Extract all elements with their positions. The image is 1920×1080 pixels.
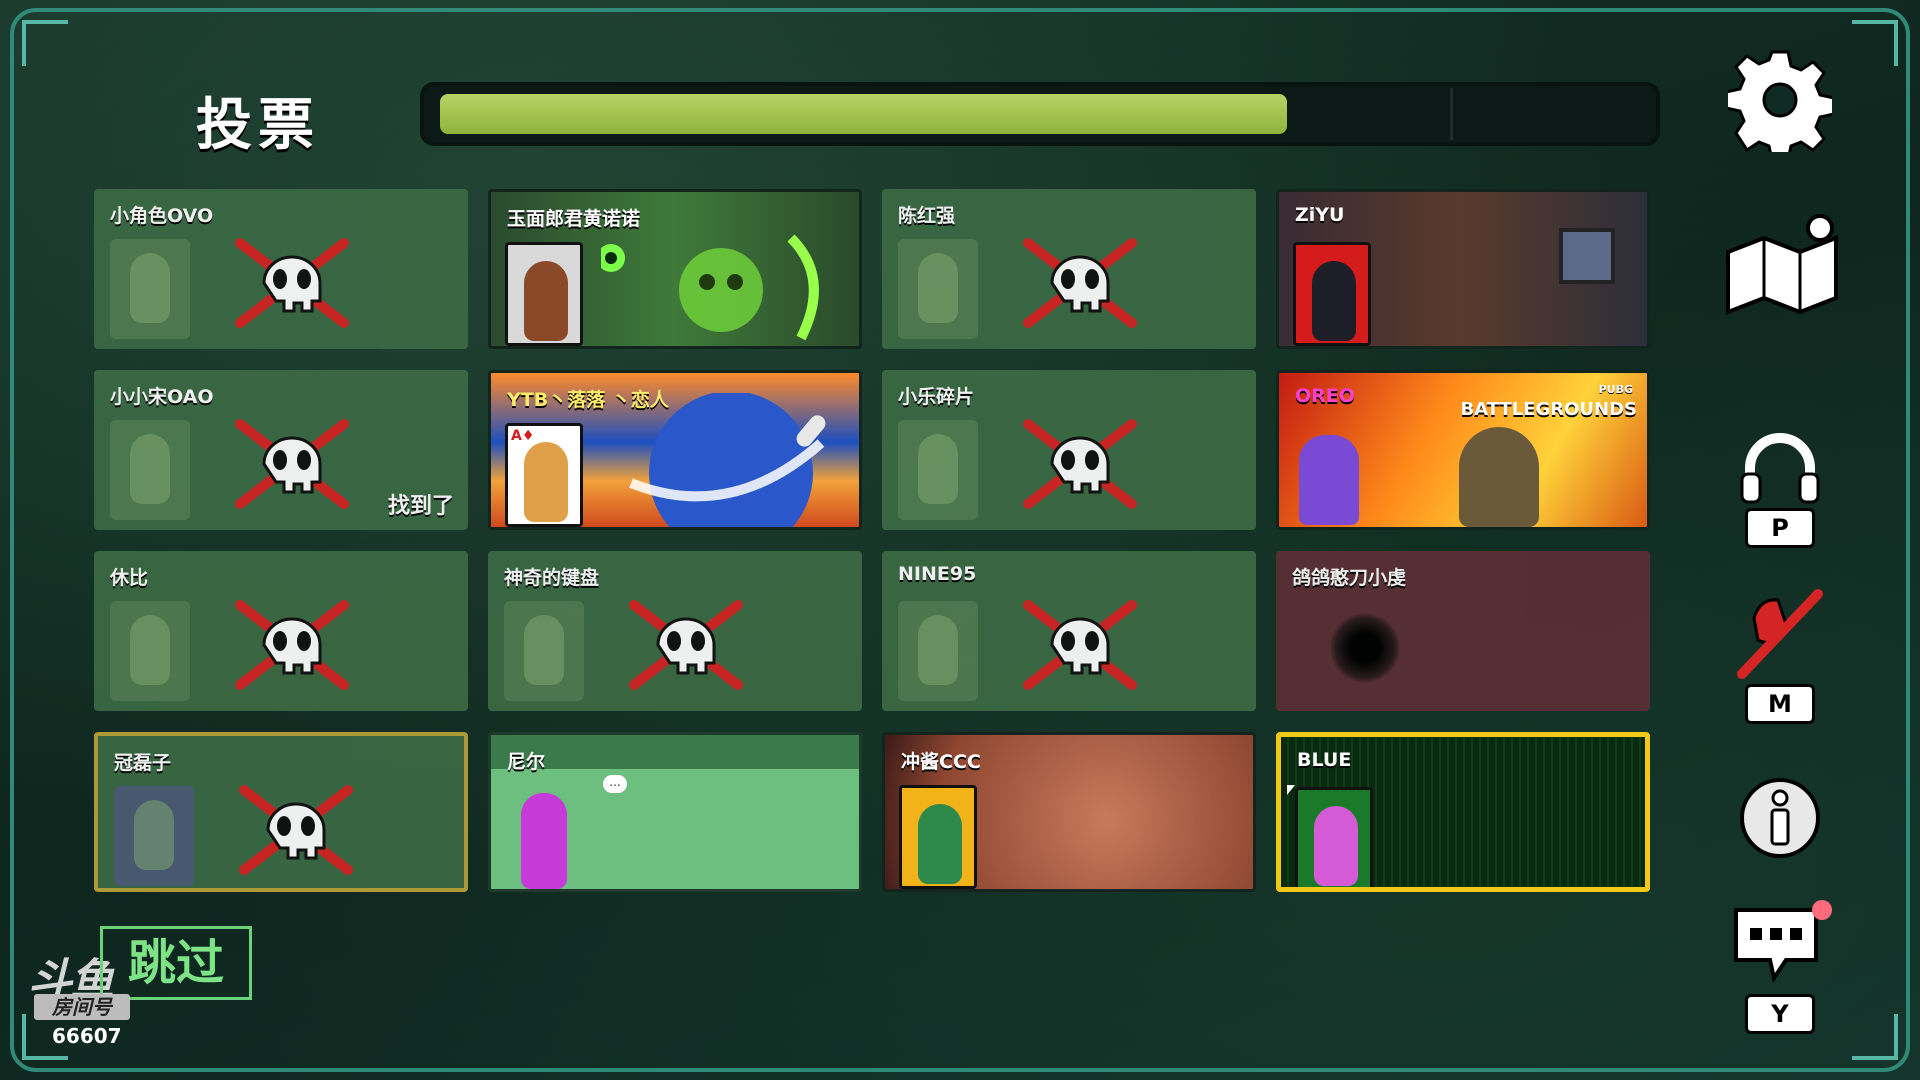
settings-button[interactable] bbox=[1720, 48, 1840, 162]
player-card[interactable]: ZiYU bbox=[1276, 189, 1650, 349]
player-card[interactable]: 尼尔 ... bbox=[488, 732, 862, 892]
player-name: 冲酱CCC bbox=[901, 751, 981, 773]
player-avatar: A♦ bbox=[505, 423, 583, 527]
player-name: NINE95 bbox=[898, 563, 977, 585]
player-avatar bbox=[110, 601, 190, 701]
player-name: 小乐碎片 bbox=[898, 386, 975, 408]
player-avatar bbox=[110, 420, 190, 520]
player-avatar bbox=[898, 601, 978, 701]
player-avatar bbox=[1299, 435, 1359, 525]
headphones-icon bbox=[1740, 433, 1820, 504]
info-icon bbox=[1740, 778, 1820, 858]
map-button[interactable] bbox=[1720, 208, 1840, 322]
player-avatar bbox=[898, 420, 978, 520]
player-name: BLUE bbox=[1297, 749, 1352, 771]
player-name: 玉面郎君黄诺诺 bbox=[507, 208, 641, 230]
player-avatar bbox=[505, 242, 583, 346]
frame-corner bbox=[1852, 1014, 1898, 1060]
player-card[interactable]: 小角色OVO bbox=[94, 189, 468, 349]
player-card[interactable]: 玉面郎君黄诺诺 bbox=[488, 189, 862, 349]
chat-button[interactable]: Y bbox=[1720, 898, 1840, 1034]
player-card[interactable]: 冠磊子 bbox=[94, 732, 468, 892]
frame-corner bbox=[22, 20, 68, 66]
player-name: 小小宋OAO bbox=[110, 386, 214, 408]
vote-timer-bar bbox=[420, 82, 1660, 146]
monster-artwork-icon bbox=[601, 234, 819, 341]
player-card[interactable]: 小小宋OAO 找到了 bbox=[94, 370, 468, 530]
dead-skull-icon bbox=[235, 419, 349, 509]
dead-skull-icon bbox=[239, 785, 353, 875]
player-avatar bbox=[504, 601, 584, 701]
dead-skull-icon bbox=[235, 238, 349, 328]
player-name: 小角色OVO bbox=[110, 205, 214, 227]
dead-skull-icon bbox=[235, 600, 349, 690]
frame-corner bbox=[1852, 20, 1898, 66]
player-card[interactable]: 冲酱CCC bbox=[882, 732, 1256, 892]
player-name: 冠磊子 bbox=[114, 752, 172, 774]
player-vote-grid: 小角色OVO 玉面郎君黄诺诺 陈红强 ZiYU 小小宋OAO 找到了 YTB丶落… bbox=[94, 189, 1652, 893]
voice-chat-button[interactable]: P bbox=[1720, 430, 1840, 548]
player-avatar bbox=[898, 239, 978, 339]
player-avatar bbox=[1295, 787, 1373, 887]
dead-skull-icon bbox=[629, 600, 743, 690]
mouse-cursor-icon bbox=[1287, 785, 1295, 795]
room-number: 66607 bbox=[52, 1024, 122, 1048]
room-label-badge: 房间号 bbox=[34, 994, 130, 1020]
player-name: 尼尔 bbox=[507, 751, 546, 773]
player-name: 休比 bbox=[110, 567, 149, 589]
chat-icon bbox=[1734, 900, 1832, 984]
player-name: 陈红强 bbox=[898, 205, 956, 227]
bullet-hole-icon bbox=[1330, 613, 1400, 683]
player-name: ZiYU bbox=[1295, 204, 1345, 226]
banner-subtitle: PUBG bbox=[1598, 383, 1633, 396]
player-card[interactable]: NINE95 bbox=[882, 551, 1256, 711]
info-button[interactable] bbox=[1720, 776, 1840, 864]
player-card[interactable]: YTB丶落落 丶恋人 A♦ bbox=[488, 370, 862, 530]
player-card[interactable]: 陈红强 bbox=[882, 189, 1256, 349]
player-card[interactable]: 小乐碎片 bbox=[882, 370, 1256, 530]
player-card[interactable]: OREO PUBG BATTLEGROUNDS bbox=[1276, 370, 1650, 530]
skip-vote-button[interactable]: 跳过 bbox=[100, 926, 252, 1000]
player-name: 神奇的键盘 bbox=[504, 567, 600, 589]
player-avatar bbox=[899, 785, 977, 889]
window-decoration bbox=[1559, 228, 1615, 284]
player-avatar bbox=[521, 793, 567, 889]
muted-mic-icon bbox=[1737, 589, 1823, 679]
chat-bubble-icon: ... bbox=[603, 775, 627, 793]
mute-button[interactable]: M bbox=[1720, 588, 1840, 724]
dead-skull-icon bbox=[1023, 419, 1137, 509]
card-header-strip bbox=[491, 735, 859, 769]
player-card-selected[interactable]: BLUE bbox=[1276, 732, 1650, 892]
body-found-tag: 找到了 bbox=[387, 494, 454, 519]
player-card[interactable]: 休比 bbox=[94, 551, 468, 711]
vote-timer-marker bbox=[1450, 88, 1453, 140]
dead-skull-icon bbox=[1023, 600, 1137, 690]
player-avatar bbox=[110, 239, 190, 339]
planet-rocket-icon bbox=[629, 393, 826, 527]
player-name: 鸽鸽憨刀小虔 bbox=[1292, 567, 1407, 589]
page-title: 投票 bbox=[196, 93, 320, 158]
vote-timer-fill bbox=[440, 94, 1287, 134]
map-icon bbox=[1726, 214, 1838, 315]
player-card[interactable]: 神奇的键盘 bbox=[488, 551, 862, 711]
banner-title: BATTLEGROUNDS bbox=[1460, 399, 1637, 420]
mute-keybind: M bbox=[1745, 684, 1815, 724]
player-name: OREO bbox=[1295, 385, 1355, 407]
chat-keybind: Y bbox=[1745, 994, 1815, 1034]
player-avatar bbox=[114, 786, 194, 886]
gear-icon bbox=[1724, 50, 1836, 162]
soldier-artwork-icon bbox=[1459, 427, 1539, 527]
dead-skull-icon bbox=[1023, 238, 1137, 328]
player-avatar bbox=[1293, 242, 1371, 346]
voice-keybind: P bbox=[1745, 508, 1815, 548]
player-card-disconnected: 鸽鸽憨刀小虔 bbox=[1276, 551, 1650, 711]
